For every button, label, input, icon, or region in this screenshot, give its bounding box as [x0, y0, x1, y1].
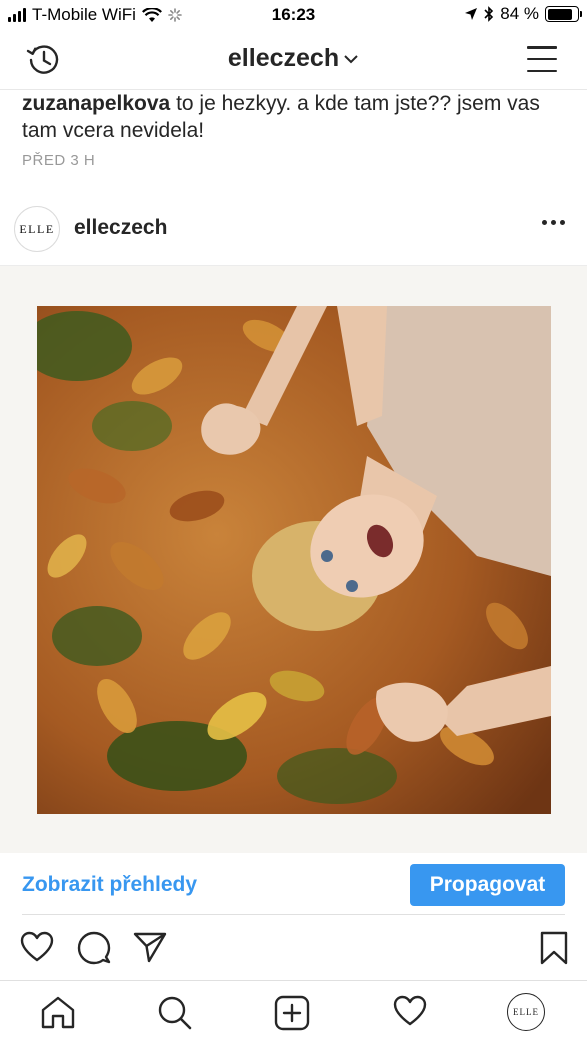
account-switcher[interactable]: elleczech — [0, 44, 587, 73]
tab-bar: ELLE — [0, 980, 587, 1044]
promote-button[interactable]: Propagovat — [410, 864, 565, 906]
more-options-icon[interactable] — [542, 220, 565, 225]
battery-icon — [545, 6, 582, 22]
insights-bar: Zobrazit přehledy Propagovat — [0, 853, 587, 915]
battery-percent: 84 % — [500, 4, 539, 23]
status-right: 84 % — [464, 4, 582, 24]
heart-icon[interactable] — [20, 931, 54, 963]
home-icon[interactable] — [40, 995, 76, 1029]
comment: zuzanapelkova to je hezkyy. a kde tam js… — [22, 90, 562, 144]
header-title: elleczech — [227, 44, 340, 72]
bookmark-icon[interactable] — [540, 931, 568, 965]
status-bar: T-Mobile WiFi 16:23 84 % — [0, 0, 587, 30]
bluetooth-icon — [484, 6, 494, 22]
post-actions — [0, 925, 587, 975]
menu-icon[interactable] — [527, 46, 557, 72]
share-icon[interactable] — [133, 931, 167, 963]
view-insights-link[interactable]: Zobrazit přehledy — [22, 873, 197, 897]
comment-time: PŘED 3 H — [22, 152, 96, 169]
location-arrow-icon — [465, 8, 478, 20]
new-post-icon[interactable] — [274, 995, 310, 1031]
post-photo — [37, 306, 551, 814]
profile-avatar[interactable]: ELLE — [507, 993, 545, 1031]
battery-level — [547, 8, 572, 20]
post-header: ELLE elleczech — [0, 200, 587, 260]
comment-username[interactable]: zuzanapelkova — [22, 92, 170, 115]
nav-header: elleczech — [0, 30, 587, 90]
post-image[interactable] — [0, 265, 587, 853]
chevron-down-icon — [344, 55, 358, 64]
post-username[interactable]: elleczech — [74, 216, 167, 240]
activity-heart-icon[interactable] — [392, 995, 428, 1027]
divider — [22, 914, 565, 915]
search-icon[interactable] — [157, 995, 193, 1031]
comment-icon[interactable] — [77, 931, 111, 965]
avatar[interactable]: ELLE — [14, 206, 60, 252]
